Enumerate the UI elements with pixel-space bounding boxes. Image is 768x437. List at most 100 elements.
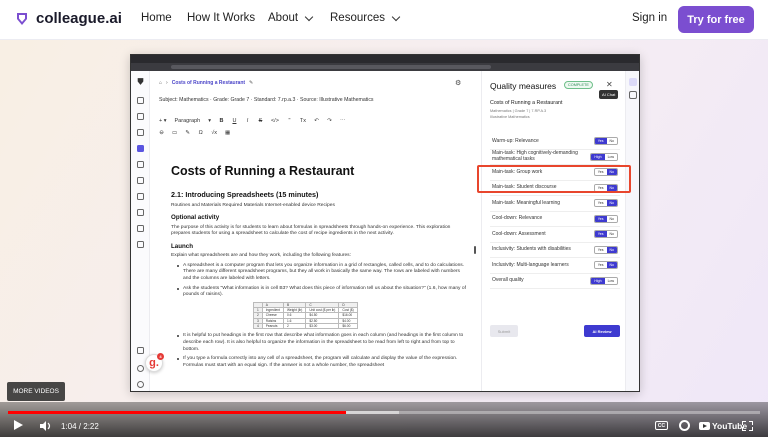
try-free-button[interactable]: Try for free [678, 6, 754, 33]
captions-icon[interactable]: CC [655, 421, 668, 430]
toggle-option[interactable]: No [606, 262, 617, 269]
nav-about[interactable]: About [268, 12, 314, 24]
toggle-option[interactable]: Low [604, 153, 617, 160]
lesson-document[interactable]: Costs of Running a Restaurant 2.1: Intro… [171, 163, 467, 372]
gear-icon[interactable]: ⚙ [455, 79, 461, 87]
toggle-option[interactable]: Yes [594, 246, 607, 253]
ai-chat-icon[interactable] [629, 78, 637, 86]
toggle-option[interactable]: Low [604, 277, 617, 284]
quality-row-label: Overall quality [492, 277, 524, 283]
italic-button[interactable]: I [245, 118, 250, 124]
close-icon[interactable]: ✕ [606, 80, 613, 89]
doc-scrollbar[interactable] [474, 246, 476, 254]
signin-link[interactable]: Sign in [632, 12, 667, 24]
undo-button[interactable]: ↶ [314, 118, 319, 124]
breadcrumb: ⌂ › Costs of Running a Restaurant ✎ [159, 80, 253, 86]
code-button[interactable]: </> [271, 118, 279, 124]
link-button[interactable]: ⊖ [159, 130, 164, 136]
formula-button[interactable]: √x [211, 130, 217, 136]
doc-routines: Routines and Materials Required Material… [171, 202, 335, 208]
youtube-logo[interactable]: YouTube [699, 421, 747, 431]
chevron-right-icon: › [166, 80, 168, 86]
quality-toggle: High Low [590, 152, 618, 161]
symbol-button[interactable]: Ω [198, 130, 203, 136]
quote-button[interactable]: " [287, 118, 292, 124]
status-badge: COMPLETE [564, 81, 593, 89]
draw-button[interactable]: ✎ [185, 130, 190, 136]
toggle-option[interactable]: High [591, 153, 605, 160]
strike-button[interactable]: S [258, 118, 263, 124]
quality-row: Cool-down: Relevance Yes No [490, 212, 620, 227]
insert-button[interactable]: + ▾ [159, 118, 167, 124]
breadcrumb-title[interactable]: Costs of Running a Restaurant [172, 80, 245, 86]
avatar[interactable] [137, 381, 144, 388]
lesson-icon[interactable] [137, 145, 144, 152]
toggle-option[interactable]: No [606, 231, 617, 238]
table-cell: Unit cost ($ per lb) [305, 307, 340, 314]
quality-rows: Warm-up: Relevance Yes No Main-task: High c… [490, 134, 620, 289]
app-logo-icon[interactable] [136, 77, 145, 86]
bullet-list-2: It is helpful to put headings in the fir… [171, 333, 467, 369]
toolbar-row-1: + ▾ Paragraph ▾ B U I S </> " Tx ↶ ↷ ⋯ [159, 115, 469, 127]
magic-icon[interactable] [137, 225, 144, 232]
doc-title: Costs of Running a Restaurant [171, 164, 355, 178]
quality-row-label: Main-task: High cognitively-demanding ma… [492, 150, 578, 162]
toggle-option[interactable]: Yes [594, 262, 607, 269]
image-button[interactable]: ▭ [172, 130, 177, 136]
bold-button[interactable]: B [219, 118, 224, 124]
translate-icon[interactable] [629, 91, 637, 99]
quality-row: Inclusivity: Multi-language learners Yes N… [490, 258, 620, 274]
home-icon[interactable]: ⌂ [159, 80, 162, 86]
toggle-option[interactable]: No [606, 200, 617, 207]
ai-review-button[interactable]: AI Review [584, 325, 620, 337]
progress-bar[interactable] [8, 411, 760, 414]
add-icon[interactable] [137, 113, 144, 120]
nav-home[interactable]: Home [141, 12, 172, 24]
quality-toggle: Yes No [593, 261, 618, 270]
chat-icon[interactable] [137, 347, 144, 354]
clear-format-button[interactable]: Tx [300, 118, 306, 124]
home-icon[interactable] [137, 97, 144, 104]
table-button[interactable]: ▦ [225, 130, 230, 136]
more-button[interactable]: ⋯ [340, 118, 346, 124]
list-icon[interactable] [137, 177, 144, 184]
toggle-option[interactable]: High [591, 277, 605, 284]
toggle-option[interactable]: Yes [594, 215, 607, 222]
toggle-option[interactable]: Yes [594, 231, 607, 238]
gear-icon[interactable] [679, 420, 690, 431]
settings-icon[interactable] [137, 365, 144, 372]
volume-icon[interactable] [40, 421, 52, 431]
play-icon[interactable] [14, 420, 23, 430]
optional-text: The purpose of this activity is for stud… [171, 224, 451, 237]
nav-how-label: How It Works [187, 12, 256, 24]
browser-urlbar [131, 63, 639, 71]
chevron-down-icon [304, 12, 314, 21]
url-field[interactable] [171, 65, 491, 69]
more-videos-button[interactable]: MORE VIDEOS [7, 382, 65, 401]
underline-button[interactable]: U [232, 118, 237, 124]
browser-tabbar [131, 55, 639, 63]
nav-resources[interactable]: Resources [330, 12, 401, 24]
calendar-icon[interactable] [137, 161, 144, 168]
submit-button[interactable]: Submit [490, 325, 518, 337]
toggle-option[interactable]: No [606, 246, 617, 253]
logo[interactable]: colleague.ai [14, 10, 122, 27]
chevron-down-icon: ▾ [208, 118, 211, 124]
assistant-badge[interactable]: g. 4 [145, 353, 164, 372]
globe-icon[interactable] [137, 193, 144, 200]
highlight-box [477, 165, 631, 193]
share-icon[interactable] [137, 129, 144, 136]
table-cell: Peanuts [261, 323, 284, 330]
chart-icon[interactable] [137, 209, 144, 216]
fullscreen-icon[interactable] [742, 421, 753, 431]
list-item: Ask the students "What information is in… [177, 286, 467, 299]
edit-icon[interactable]: ✎ [249, 80, 253, 86]
nav-how-it-works[interactable]: How It Works [187, 12, 255, 24]
toggle-option[interactable]: No [606, 138, 617, 145]
brain-icon[interactable] [137, 241, 144, 248]
toggle-option[interactable]: Yes [594, 138, 607, 145]
toggle-option[interactable]: No [606, 215, 617, 222]
toggle-option[interactable]: Yes [594, 200, 607, 207]
redo-button[interactable]: ↷ [327, 118, 332, 124]
paragraph-select[interactable]: Paragraph [175, 118, 201, 124]
